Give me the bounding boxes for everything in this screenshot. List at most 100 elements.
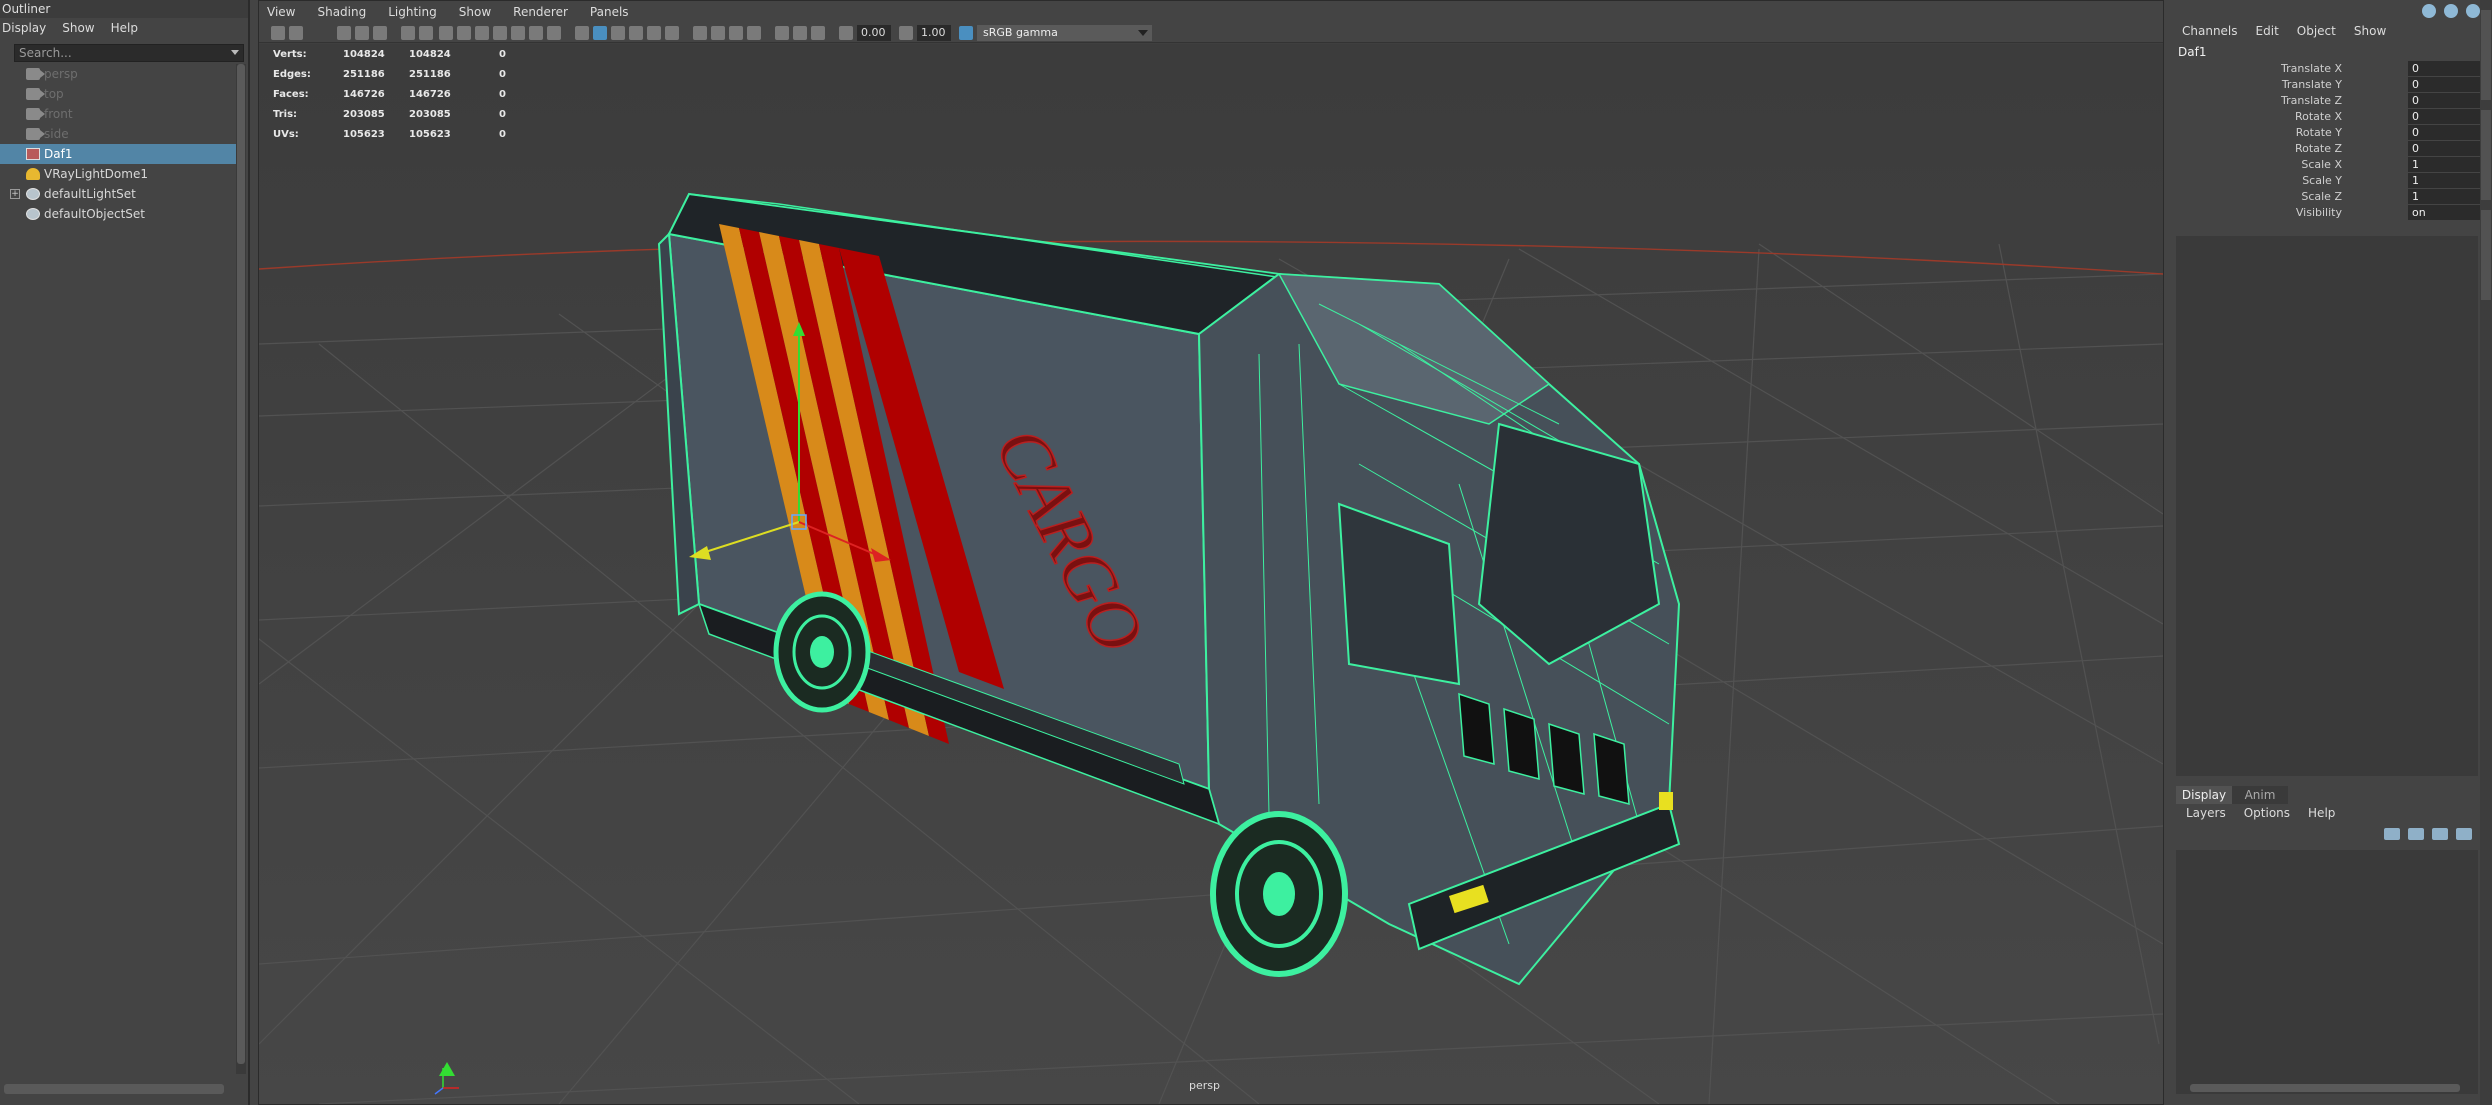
viewport-menu-renderer[interactable]: Renderer	[513, 1, 568, 23]
attr-rotate-y[interactable]: Rotate Y 0	[2172, 125, 2484, 141]
layer-menu-layers[interactable]: Layers	[2186, 806, 2226, 820]
outliner-item-persp[interactable]: persp	[0, 64, 236, 84]
lock-camera-icon[interactable]	[289, 26, 303, 40]
attr-value-field[interactable]: 1	[2408, 173, 2484, 188]
view-transform-dropdown[interactable]: sRGB gamma	[977, 25, 1152, 41]
attr-value-field[interactable]: 0	[2408, 93, 2484, 108]
layer-list-area	[2176, 850, 2478, 1082]
layer-menu-help[interactable]: Help	[2308, 806, 2335, 820]
attr-value-field[interactable]: 0	[2408, 61, 2484, 76]
outliner-item-label: persp	[44, 67, 78, 81]
attr-value-field[interactable]: 1	[2408, 189, 2484, 204]
attr-scale-x[interactable]: Scale X 1	[2172, 157, 2484, 173]
search-dropdown-icon[interactable]	[231, 50, 239, 55]
resolution-gate-icon[interactable]	[475, 26, 489, 40]
outliner-search-input[interactable]: Search...	[14, 44, 244, 62]
shadows-icon[interactable]	[665, 26, 679, 40]
attr-scale-y[interactable]: Scale Y 1	[2172, 173, 2484, 189]
xray-icon[interactable]	[793, 26, 807, 40]
image-plane-icon[interactable]	[373, 26, 387, 40]
outliner-item-top[interactable]: top	[0, 84, 236, 104]
camera-attributes-icon[interactable]	[337, 26, 351, 40]
scrollbar-thumb[interactable]	[2190, 1084, 2460, 1092]
viewport-menu-view[interactable]: View	[267, 1, 295, 23]
attr-translate-x[interactable]: Translate X 0	[2172, 61, 2484, 77]
viewport-menu-shading[interactable]: Shading	[317, 1, 366, 23]
outliner-item-defaultobjectset[interactable]: defaultObjectSet	[0, 204, 236, 224]
outliner-item-daf1[interactable]: Daf1	[0, 144, 236, 164]
tool-settings-icon[interactable]	[2422, 4, 2436, 18]
side-tab-channel-box[interactable]	[2481, 10, 2491, 100]
outliner-vertical-scrollbar[interactable]	[236, 64, 246, 1074]
attr-translate-z[interactable]: Translate Z 0	[2172, 93, 2484, 109]
outliner-item-label: Daf1	[44, 147, 73, 161]
attr-value-field[interactable]: 0	[2408, 77, 2484, 92]
attr-rotate-z[interactable]: Rotate Z 0	[2172, 141, 2484, 157]
attribute-editor-icon[interactable]	[2444, 4, 2458, 18]
isolate-select-icon[interactable]	[775, 26, 789, 40]
gate-mask-icon[interactable]	[493, 26, 507, 40]
smooth-shade-icon[interactable]	[593, 26, 607, 40]
outliner-horizontal-scrollbar[interactable]	[4, 1084, 224, 1094]
screen-space-ao-icon[interactable]	[693, 26, 707, 40]
new-layer-from-selection-icon[interactable]	[2456, 828, 2472, 840]
channels-menu-edit[interactable]: Edit	[2256, 24, 2279, 38]
channels-menu-object[interactable]: Object	[2297, 24, 2336, 38]
scrollbar-thumb[interactable]	[237, 64, 245, 1064]
attr-translate-y[interactable]: Translate Y 0	[2172, 77, 2484, 93]
exposure-field[interactable]: 0.00	[857, 25, 891, 41]
safe-title-icon[interactable]	[547, 26, 561, 40]
grease-pencil-icon[interactable]	[419, 26, 433, 40]
outliner-item-side[interactable]: side	[0, 124, 236, 144]
new-empty-layer-icon[interactable]	[2432, 828, 2448, 840]
layer-menu-options[interactable]: Options	[2244, 806, 2290, 820]
viewport-menu-panels[interactable]: Panels	[590, 1, 629, 23]
tab-display[interactable]: Display	[2176, 786, 2232, 804]
channels-menu-show[interactable]: Show	[2354, 24, 2386, 38]
safe-action-icon[interactable]	[529, 26, 543, 40]
motion-blur-icon[interactable]	[711, 26, 725, 40]
viewport-menu-show[interactable]: Show	[459, 1, 491, 23]
grid-toggle-icon[interactable]	[439, 26, 453, 40]
outliner-menu-help[interactable]: Help	[111, 18, 138, 38]
viewport-menu-lighting[interactable]: Lighting	[388, 1, 437, 23]
default-material-icon[interactable]	[611, 26, 625, 40]
viewport-panel[interactable]: View Shading Lighting Show Renderer Pane…	[258, 0, 2164, 1105]
attr-rotate-x[interactable]: Rotate X 0	[2172, 109, 2484, 125]
use-lights-icon[interactable]	[647, 26, 661, 40]
side-tab-attribute-editor[interactable]	[2481, 210, 2491, 300]
outliner-item-defaultlightset[interactable]: + defaultLightSet	[0, 184, 236, 204]
move-layer-up-icon[interactable]	[2384, 828, 2400, 840]
attr-scale-z[interactable]: Scale Z 1	[2172, 189, 2484, 205]
field-chart-icon[interactable]	[511, 26, 525, 40]
depth-of-field-icon[interactable]	[747, 26, 761, 40]
side-tab-modeling-toolkit[interactable]	[2481, 110, 2491, 200]
color-management-icon[interactable]	[959, 26, 973, 40]
outliner-item-front[interactable]: front	[0, 104, 236, 124]
outliner-menu-show[interactable]: Show	[62, 18, 94, 38]
xray-joints-icon[interactable]	[811, 26, 825, 40]
attr-value-field[interactable]: 1	[2408, 157, 2484, 172]
film-gate-icon[interactable]	[457, 26, 471, 40]
expand-plus-icon[interactable]: +	[10, 189, 20, 199]
two-d-pan-icon[interactable]	[401, 26, 415, 40]
anti-aliasing-icon[interactable]	[729, 26, 743, 40]
layer-horizontal-scrollbar[interactable]	[2176, 1082, 2478, 1094]
tab-anim[interactable]: Anim	[2232, 786, 2288, 804]
bookmark-icon[interactable]	[355, 26, 369, 40]
textured-icon[interactable]	[629, 26, 643, 40]
wireframe-icon[interactable]	[575, 26, 589, 40]
channels-menu-channels[interactable]: Channels	[2182, 24, 2238, 38]
attr-value-field[interactable]: 0	[2408, 125, 2484, 140]
gamma-field[interactable]: 1.00	[917, 25, 951, 41]
outliner-menu-display[interactable]: Display	[2, 18, 46, 38]
attr-value-field[interactable]: on	[2408, 205, 2484, 220]
attr-value-field[interactable]: 0	[2408, 141, 2484, 156]
outliner-item-vraylightdome1[interactable]: VRayLightDome1	[0, 164, 236, 184]
attr-visibility[interactable]: Visibility on	[2172, 205, 2484, 221]
move-layer-down-icon[interactable]	[2408, 828, 2424, 840]
viewport-canvas[interactable]: CARGO	[259, 44, 2163, 1104]
select-camera-icon[interactable]	[271, 26, 285, 40]
attr-value-field[interactable]: 0	[2408, 109, 2484, 124]
channel-box-toggle-icon[interactable]	[2466, 4, 2480, 18]
